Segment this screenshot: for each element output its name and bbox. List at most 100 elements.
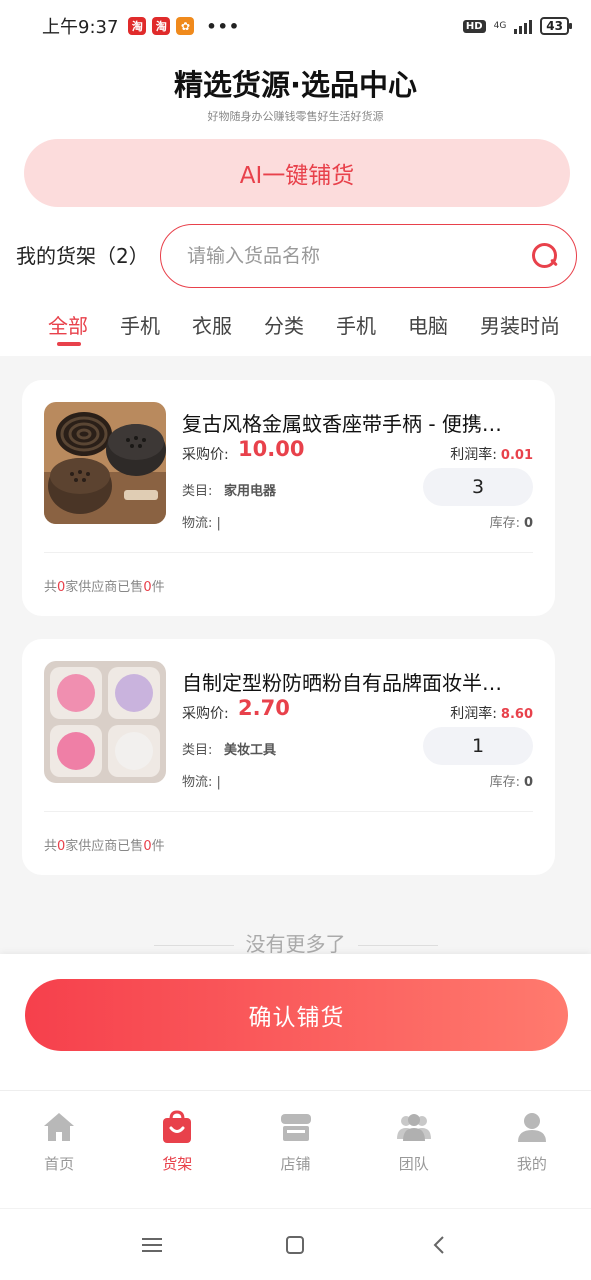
tab-menswear[interactable]: 男装时尚 <box>464 296 576 352</box>
category-label: 类目: <box>182 484 213 499</box>
product-name[interactable]: 复古风格金属蚊香座带手柄 - 便携… <box>182 408 534 437</box>
status-indicators: HD 4G 43 <box>462 17 572 35</box>
search-input[interactable] <box>187 245 530 267</box>
profit-value: 0.01 <box>500 448 533 463</box>
logistics-value: | <box>216 775 221 790</box>
tab-all[interactable]: 全部 <box>0 296 104 352</box>
category-tabs: 全部 手机 衣服 分类 手机 电脑 男装时尚 <box>0 296 591 352</box>
tabbar-item-home[interactable]: 首页 <box>0 1091 118 1208</box>
price-label: 采购价: <box>182 706 229 722</box>
product-card[interactable]: 复古风格金属蚊香座带手柄 - 便携… 采购价: 10.00 利润率: 0.01 类… <box>22 380 555 616</box>
supplier-mid: 家供应商已售 <box>65 839 144 854</box>
purchase-price: 2.70 <box>238 696 290 720</box>
logistics-label: 物流: | <box>182 771 221 790</box>
battery-level: 43 <box>546 19 563 33</box>
team-icon <box>396 1114 431 1141</box>
app-icon: ✿ <box>176 17 195 35</box>
stock-label: 库存: <box>489 516 520 531</box>
menu-icon[interactable] <box>132 1225 172 1265</box>
supplier-suffix: 件 <box>151 580 165 595</box>
tabbar-label: 店铺 <box>280 1155 311 1173</box>
profit-rate: 利润率: 8.60 <box>450 703 533 723</box>
more-notifications-icon: ••• <box>206 16 241 36</box>
profit-label: 利润率: <box>450 706 497 722</box>
product-list: 复古风格金属蚊香座带手柄 - 便携… 采购价: 10.00 利润率: 0.01 类… <box>0 356 591 956</box>
setting-powder-image <box>44 661 166 783</box>
tabbar-label: 货架 <box>162 1155 193 1173</box>
divider <box>44 552 533 553</box>
supplier-suffix: 件 <box>151 839 165 854</box>
sold-count: 0 <box>143 580 152 595</box>
stock: 库存: 0 <box>490 512 533 531</box>
system-nav-bar <box>0 1208 591 1280</box>
supplier-mid: 家供应商已售 <box>65 580 144 595</box>
status-app-icons: 淘 淘 ✿ <box>128 17 195 35</box>
my-shelf-label: 我的货架（2） <box>16 244 149 268</box>
supplier-summary: 共0家供应商已售0件 <box>44 835 165 854</box>
tab-computer[interactable]: 电脑 <box>392 296 464 352</box>
category-value: 美妆工具 <box>224 743 277 758</box>
signal-icon <box>514 18 533 34</box>
logistics-label-text: 物流: <box>182 516 213 531</box>
mosquito-coil-holder-image <box>44 402 166 524</box>
tab-phone[interactable]: 手机 <box>104 296 176 352</box>
store-icon <box>280 1114 311 1141</box>
ai-one-click-listing-button[interactable]: AI一键铺货 <box>24 139 570 207</box>
category-value: 家用电器 <box>224 484 277 499</box>
profit-rate: 利润率: 0.01 <box>450 444 533 464</box>
tabbar-item-team[interactable]: 团队 <box>355 1091 473 1208</box>
hd-badge: HD <box>462 19 486 33</box>
tab-phone-2[interactable]: 手机 <box>320 296 392 352</box>
logistics-value: | <box>216 516 221 531</box>
product-image-setting-powder[interactable] <box>44 661 166 783</box>
taobao-icon: 淘 <box>128 17 147 35</box>
tabbar-item-mine[interactable]: 我的 <box>473 1091 591 1208</box>
supplier-prefix: 共 <box>44 839 58 854</box>
home-icon <box>44 1113 75 1141</box>
tabbar-label: 团队 <box>398 1155 429 1173</box>
confirm-bar: 确认铺货 <box>0 954 591 1090</box>
supplier-summary: 共0家供应商已售0件 <box>44 576 165 595</box>
home-square-icon[interactable] <box>275 1225 315 1265</box>
sold-count: 0 <box>143 839 152 854</box>
price-label: 采购价: <box>182 447 229 463</box>
shopping-bag-icon <box>163 1110 192 1143</box>
purchase-price: 10.00 <box>238 437 305 461</box>
quantity-field[interactable]: 1 <box>423 727 533 765</box>
profit-value: 8.60 <box>500 707 533 722</box>
status-bar: 上午9:37 淘 淘 ✿ ••• HD 4G 43 <box>0 0 591 52</box>
status-time: 上午9:37 <box>42 17 119 38</box>
page-title: 精选货源·选品中心 <box>173 68 418 102</box>
tabbar-item-store[interactable]: 店铺 <box>236 1091 354 1208</box>
tabbar-label: 首页 <box>44 1155 75 1173</box>
profit-label: 利润率: <box>450 447 497 463</box>
network-label: 4G <box>493 21 507 31</box>
stock-value: 0 <box>523 775 533 790</box>
tabbar-label: 我的 <box>516 1155 547 1173</box>
confirm-listing-button[interactable]: 确认铺货 <box>25 979 568 1051</box>
search-icon[interactable] <box>530 241 560 271</box>
user-icon <box>517 1113 546 1142</box>
search-box <box>160 224 577 288</box>
tabbar-item-shelf[interactable]: 货架 <box>118 1091 236 1208</box>
divider <box>44 811 533 812</box>
product-card[interactable]: 自制定型粉防晒粉自有品牌面妆半… 采购价: 2.70 利润率: 8.60 类目: … <box>22 639 555 875</box>
logistics-label: 物流: | <box>182 512 221 531</box>
taobao-icon: 淘 <box>152 17 171 35</box>
tab-category[interactable]: 分类 <box>248 296 320 352</box>
tab-clothes[interactable]: 衣服 <box>176 296 248 352</box>
stock-value: 0 <box>523 516 533 531</box>
product-image-mosquito-coil-holder[interactable] <box>44 402 166 524</box>
back-icon[interactable] <box>419 1225 459 1265</box>
product-name[interactable]: 自制定型粉防晒粉自有品牌面妆半… <box>182 667 534 696</box>
bottom-tab-bar: 首页 货架 店铺 团队 我的 <box>0 1090 591 1208</box>
page-subtitle: 好物随身办公赚钱零售好生活好货源 <box>207 110 384 123</box>
no-more-label: 没有更多了 <box>245 932 346 956</box>
quantity-field[interactable]: 3 <box>423 468 533 506</box>
stock-label: 库存: <box>489 775 520 790</box>
supplier-prefix: 共 <box>44 580 58 595</box>
no-more-text: 没有更多了 <box>0 928 591 956</box>
stock: 库存: 0 <box>490 771 533 790</box>
battery-icon: 43 <box>540 17 572 35</box>
category-label: 类目: <box>182 743 213 758</box>
